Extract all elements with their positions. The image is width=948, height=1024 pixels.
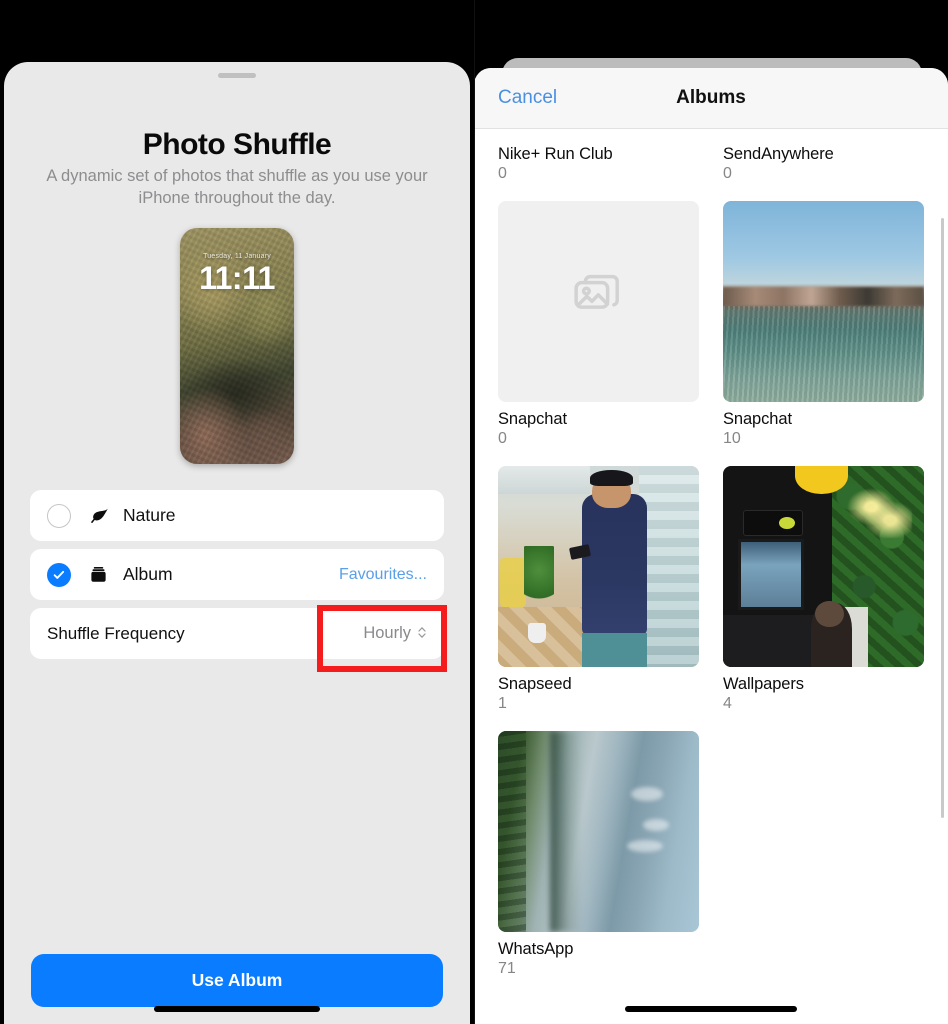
option-label-nature: Nature bbox=[123, 505, 176, 525]
album-thumbnail bbox=[723, 466, 924, 667]
album-count: 0 bbox=[498, 430, 507, 447]
page-subtitle: A dynamic set of photos that shuffle as … bbox=[46, 167, 428, 207]
cafe-photo-art bbox=[723, 466, 924, 667]
album-name: WhatsApp bbox=[498, 940, 574, 958]
album-count: 0 bbox=[723, 165, 732, 182]
cancel-button[interactable]: Cancel bbox=[498, 87, 557, 109]
album-name: Snapchat bbox=[498, 410, 567, 428]
album-name: Snapchat bbox=[723, 410, 792, 428]
office-photo-art bbox=[498, 466, 699, 667]
album-row-partial: Nike+ Run Club 0 SendAnywhere 0 bbox=[498, 137, 924, 183]
album-row: WhatsApp 71 bbox=[498, 731, 924, 978]
photo-placeholder-icon bbox=[571, 271, 627, 332]
album-row: Snapchat 0 Snapchat 10 bbox=[498, 201, 924, 448]
album-item-wallpapers[interactable]: Wallpapers 4 bbox=[723, 466, 924, 713]
left-phone-screen: Photo Shuffle A dynamic set of photos th… bbox=[0, 0, 474, 1024]
panel-divider bbox=[474, 0, 475, 1024]
album-count: 71 bbox=[498, 960, 516, 977]
preview-time-label: 11:11 bbox=[199, 260, 275, 296]
album-name: Wallpapers bbox=[723, 675, 804, 693]
album-row: Snapseed 1 Wallpapers 4 bbox=[498, 466, 924, 713]
album-thumbnail bbox=[498, 466, 699, 667]
album-count: 1 bbox=[498, 695, 507, 712]
albums-navbar: Cancel Albums bbox=[474, 68, 948, 129]
album-count: 10 bbox=[723, 430, 741, 447]
album-count: 4 bbox=[723, 695, 732, 712]
radio-album-checked[interactable] bbox=[47, 562, 71, 587]
album-item-nike-run-club[interactable]: Nike+ Run Club 0 bbox=[498, 137, 699, 183]
album-item-snapseed[interactable]: Snapseed 1 bbox=[498, 466, 699, 713]
sheet-grabber-handle[interactable] bbox=[218, 73, 256, 78]
albums-sheet: Cancel Albums Nike+ Run Club 0 SendAnywh… bbox=[474, 68, 948, 1024]
option-label-album: Album bbox=[123, 564, 173, 584]
lockscreen-preview[interactable]: Tuesday, 11 January 11:11 bbox=[180, 228, 294, 464]
album-selection-value[interactable]: Favourites... bbox=[339, 566, 427, 584]
album-item-whatsapp[interactable]: WhatsApp 71 bbox=[498, 731, 699, 978]
leaf-icon bbox=[89, 505, 115, 526]
radio-nature[interactable] bbox=[47, 503, 71, 528]
albums-scrollbar[interactable] bbox=[941, 218, 944, 818]
home-indicator-right bbox=[625, 1006, 797, 1012]
lake-photo-art bbox=[723, 201, 924, 402]
albums-grid[interactable]: Nike+ Run Club 0 SendAnywhere 0 Snapchat… bbox=[474, 129, 948, 1024]
album-item-sendanywhere[interactable]: SendAnywhere 0 bbox=[723, 137, 924, 183]
album-thumbnail-placeholder bbox=[498, 201, 699, 402]
option-row-nature[interactable]: Nature bbox=[30, 490, 444, 541]
album-thumbnail bbox=[498, 731, 699, 932]
use-album-button[interactable]: Use Album bbox=[31, 954, 443, 1007]
option-row-album[interactable]: Album Favourites... bbox=[30, 549, 444, 600]
page-title: Photo Shuffle bbox=[142, 128, 332, 161]
hill-photo-art bbox=[498, 731, 699, 932]
album-count: 0 bbox=[498, 165, 507, 182]
shuffle-frequency-label: Shuffle Frequency bbox=[47, 623, 185, 643]
album-name: SendAnywhere bbox=[723, 145, 834, 163]
preview-date-label: Tuesday, 11 January bbox=[203, 253, 271, 260]
home-indicator-left bbox=[154, 1006, 320, 1012]
album-name: Nike+ Run Club bbox=[498, 145, 613, 163]
album-item-empty-slot bbox=[723, 731, 924, 978]
right-phone-screen: Cancel Albums Nike+ Run Club 0 SendAnywh… bbox=[474, 0, 948, 1024]
album-item-snapchat-empty[interactable]: Snapchat 0 bbox=[498, 201, 699, 448]
album-name: Snapseed bbox=[498, 675, 572, 693]
album-thumbnail bbox=[723, 201, 924, 402]
highlight-annotation-box bbox=[317, 605, 447, 672]
album-item-snapchat-lake[interactable]: Snapchat 10 bbox=[723, 201, 924, 448]
album-stack-icon bbox=[89, 565, 115, 584]
screenshot-root: Photo Shuffle A dynamic set of photos th… bbox=[0, 0, 948, 1024]
lockscreen-preview-image: Tuesday, 11 January 11:11 bbox=[180, 228, 294, 464]
photo-shuffle-sheet: Photo Shuffle A dynamic set of photos th… bbox=[4, 62, 470, 1024]
